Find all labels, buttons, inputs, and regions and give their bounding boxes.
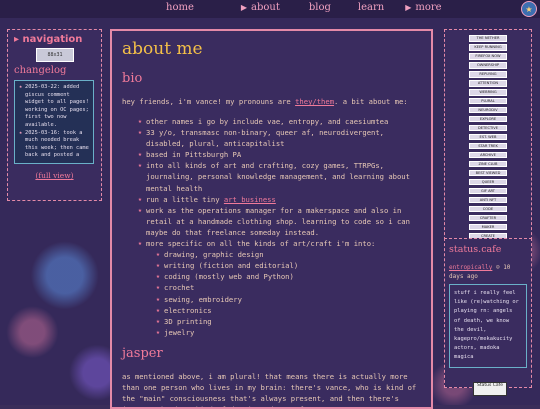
crafts-list: drawing, graphic design writing (fiction… [146,249,421,338]
badge-button[interactable]: ATTENTION [469,79,507,87]
crafts-intro: more specific on all the kinds of art/cr… [146,239,376,249]
art-business-link[interactable]: art business [224,195,276,204]
nav-more[interactable]: ▶ more [405,2,441,13]
badge-button[interactable]: REPLYING [469,70,507,78]
nav-about-label: about [251,2,280,13]
bio-list: other names i go by include vae, entropy… [122,116,421,338]
nav-blog-label: blog [308,2,331,13]
bio-item: run a little tiny art business [138,194,421,205]
page-title: about me [122,39,203,59]
bio-heading: bio [122,71,143,86]
badge-button[interactable]: CRAFTER [469,214,507,222]
badge-button[interactable]: PLURAL [469,97,507,105]
badge-button[interactable]: MAKER [469,223,507,231]
craft-item: writing (fiction and editorial) [156,260,421,271]
craft-item: jewelry [156,327,421,338]
bio-item: work as the operations manager for a mak… [138,205,421,238]
main-content: about me bio hey friends, i'm vance! my … [110,29,433,409]
craft-item: electronics [156,305,421,316]
badge-button[interactable]: FIREFOX NOW [469,52,507,60]
craft-item: coding (mostly web and Python) [156,271,421,282]
badge-button[interactable]: DETECTIVE [469,124,507,132]
site-badge[interactable]: 88x31 [36,48,74,62]
badge-button[interactable]: OWNERSHIP [469,61,507,69]
badge-button[interactable]: WEBRING [469,88,507,96]
nav-learn-label: learn [357,2,385,13]
nav-links: home ▶ about blog learn ▶ more [166,2,442,13]
craft-item: 3D printing [156,316,421,327]
bio-item: more specific on all the kinds of art/cr… [138,238,421,338]
badge-button[interactable]: EST. WEB [469,133,507,141]
badge-button[interactable]: ZINE CLUB [469,160,507,168]
craft-item: drawing, graphic design [156,249,421,260]
badge-button[interactable]: CODE [469,205,507,213]
bio-intro: hey friends, i'm vance! my pronouns are … [122,96,421,107]
avatar[interactable]: ★ [521,1,537,17]
jasper-heading: jasper [122,345,163,361]
nav-blog[interactable]: blog [309,2,331,13]
changelog-title: changelog [14,65,67,76]
right-sidebar: THE NETHER KEEP RUNNING FIREFOX NOW OWNERSH… [444,29,532,258]
triangle-right-icon: ▶ [405,3,412,12]
badge-button[interactable]: QUEER [469,178,507,186]
bio-item: other names i go by include vae, entropy… [138,116,421,127]
bio-item: based in Pittsburgh PA [138,149,421,160]
status-user-link[interactable]: entropically [449,264,492,271]
navigation-toggle[interactable]: ▸ navigation [14,34,95,45]
nav-home[interactable]: home [166,2,194,13]
left-sidebar: ▸ navigation 88x31 changelog 2025-03-22:… [7,29,102,201]
button-list: THE NETHER KEEP RUNNING FIREFOX NOW OWNERSH… [445,35,531,258]
nav-learn[interactable]: learn [358,2,384,13]
status-title: status.cafe [449,244,502,255]
status-cafe-logo[interactable]: Status Cafe [473,381,507,396]
badge-button[interactable]: GIF ART [469,187,507,195]
badge-button[interactable]: KEEP RUNNING [469,43,507,51]
triangle-right-icon: ▶ [240,3,248,12]
status-text: stuff i really feel like (re)watching or… [449,284,527,368]
craft-item: sewing, embroidery [156,294,421,305]
badge-button[interactable]: BEST VIEWED [469,169,507,177]
business-text: run a little tiny [146,194,224,204]
nav-home-label: home [166,2,194,13]
badge-button[interactable]: STAR TREK [469,142,507,150]
bio-item: into all kinds of art and crafting, cozy… [138,160,421,193]
badge-button[interactable]: ANTI NFT [469,196,507,204]
jasper-text: as mentioned above, i am plural! that me… [122,371,417,407]
bio-item: 33 y/o, transmasc non-binary, queer af, … [138,127,421,149]
badge-button[interactable]: NEURODIV [469,106,507,114]
badge-button[interactable]: THE NETHER [469,35,507,42]
changelog-entry: 2025-03-16: took a much needed break thi… [19,130,91,160]
top-navbar: home ▶ about blog learn ▶ more ★ [0,0,540,18]
status-meta: entropically ☺ 10 days ago [449,263,527,281]
full-view-link[interactable]: (full view) [14,171,95,180]
craft-item: crochet [156,282,421,293]
nav-more-label: more [415,2,442,13]
nav-about[interactable]: ▶ about [241,2,280,13]
changelog-box[interactable]: 2025-03-22: added giscus comment widget … [14,80,94,164]
intro-text: hey friends, i'm vance! my pronouns are [122,97,296,106]
badge-button[interactable]: EXPLORE [469,115,507,123]
intro-text-end: . a bit about me: [334,97,408,106]
changelog-entry: 2025-03-22: added giscus comment widget … [19,84,91,130]
pronouns-link[interactable]: they/them [295,97,334,106]
status-cafe-widget: status.cafe entropically ☺ 10 days ago s… [444,238,532,396]
badge-button[interactable]: ARCHIVE [469,151,507,159]
